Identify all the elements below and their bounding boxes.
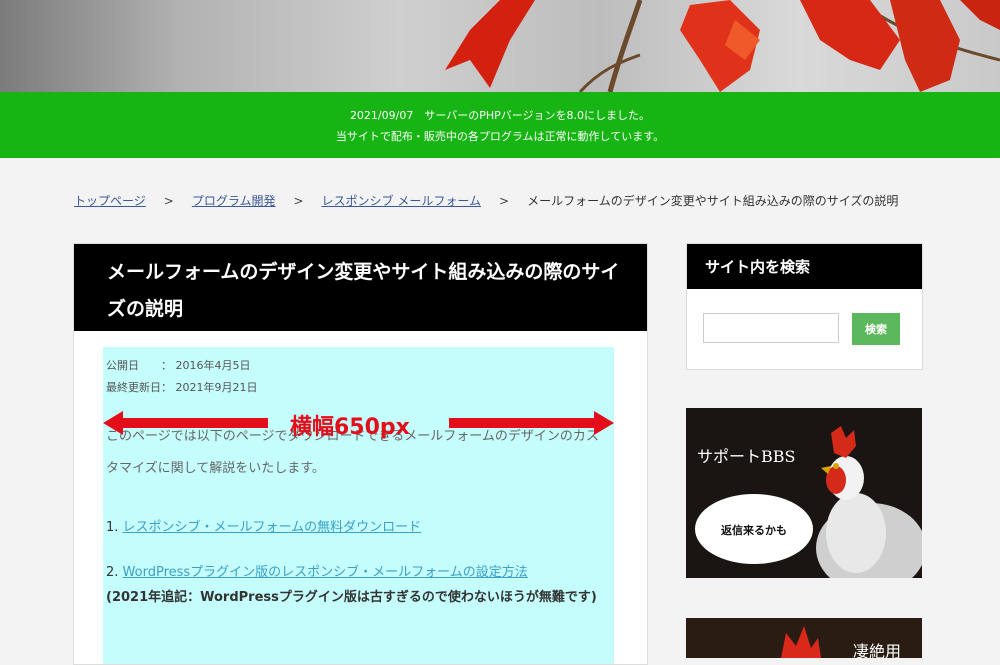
page-title: メールフォームのデザイン変更やサイト組み込みの際のサイズの説明 (107, 261, 620, 320)
list-item: 2. WordPressプラグイン版のレスポンシブ・メールフォームの設定方法 (106, 561, 528, 580)
published-date: 公開日 ： 2016年4月5日 (106, 359, 251, 372)
support-bbs-banner[interactable]: サポートBBS 返信来るかも (686, 408, 922, 578)
content-width-highlight: 公開日 ： 2016年4月5日 最終更新日： 2021年9月21日 このページで… (103, 347, 614, 664)
bbs-title: サポートBBS (697, 447, 796, 466)
search-widget-header: サイト内を検索 (687, 244, 922, 289)
notice-line-2: 当サイトで配布・販売中の各プログラムは正常に動作しています。 (335, 130, 665, 143)
search-widget-title: サイト内を検索 (705, 258, 811, 276)
list-number: 1. (106, 520, 119, 535)
notice-bar: 2021/09/07 サーバーのPHPバージョンを8.0にしました。 当サイトで… (0, 92, 1000, 158)
plugin-note: (2021年追記：WordPressプラグイン版は古すぎるので使わないほうが無難… (106, 590, 597, 605)
list-item: 1. レスポンシブ・メールフォームの無料ダウンロード (106, 516, 421, 535)
breadcrumb-home-link[interactable]: トップページ (74, 194, 146, 208)
breadcrumb-separator: > (499, 194, 510, 208)
width-annotation: 横幅650px (290, 415, 410, 440)
wordpress-plugin-link[interactable]: WordPressプラグイン版のレスポンシブ・メールフォームの設定方法 (123, 565, 528, 580)
free-download-link[interactable]: レスポンシブ・メールフォームの無料ダウンロード (123, 520, 422, 535)
maple-leaves-illustration (445, 0, 1000, 92)
breadcrumb-separator: > (293, 194, 304, 208)
breadcrumb: トップページ > プログラム開発 > レスポンシブ メールフォーム > メールフォームのデザ… (74, 192, 898, 209)
breadcrumb-current: メールフォームのデザイン変更やサイト組み込みの際のサイズの説明 (527, 194, 899, 208)
list-number: 2. (106, 565, 119, 580)
article-card: メールフォームのデザイン変更やサイト組み込みの際のサイズの説明 公開日 ： 20… (73, 243, 648, 665)
breadcrumb-subcategory-link[interactable]: レスポンシブ メールフォーム (322, 194, 481, 208)
notice-line-1: 2021/09/07 サーバーのPHPバージョンを8.0にしました。 (349, 109, 651, 122)
breadcrumb-separator: > (163, 194, 174, 208)
banner2-title: 凄絶用 (853, 642, 902, 658)
breadcrumb-category-link[interactable]: プログラム開発 (192, 194, 276, 208)
speech-bubble: 返信来るかも (695, 494, 813, 564)
sidebar-banner-2[interactable]: 凄絶用 (686, 618, 922, 658)
hero-image (0, 0, 1000, 92)
search-input[interactable] (703, 313, 839, 343)
search-button[interactable]: 検索 (852, 313, 900, 345)
article-title-bar: メールフォームのデザイン変更やサイト組み込みの際のサイズの説明 (74, 244, 647, 331)
sidebar-search-widget: サイト内を検索 検索 (686, 243, 923, 370)
updated-date: 最終更新日： 2021年9月21日 (106, 381, 258, 394)
bubble-text: 返信来るかも (721, 524, 787, 537)
